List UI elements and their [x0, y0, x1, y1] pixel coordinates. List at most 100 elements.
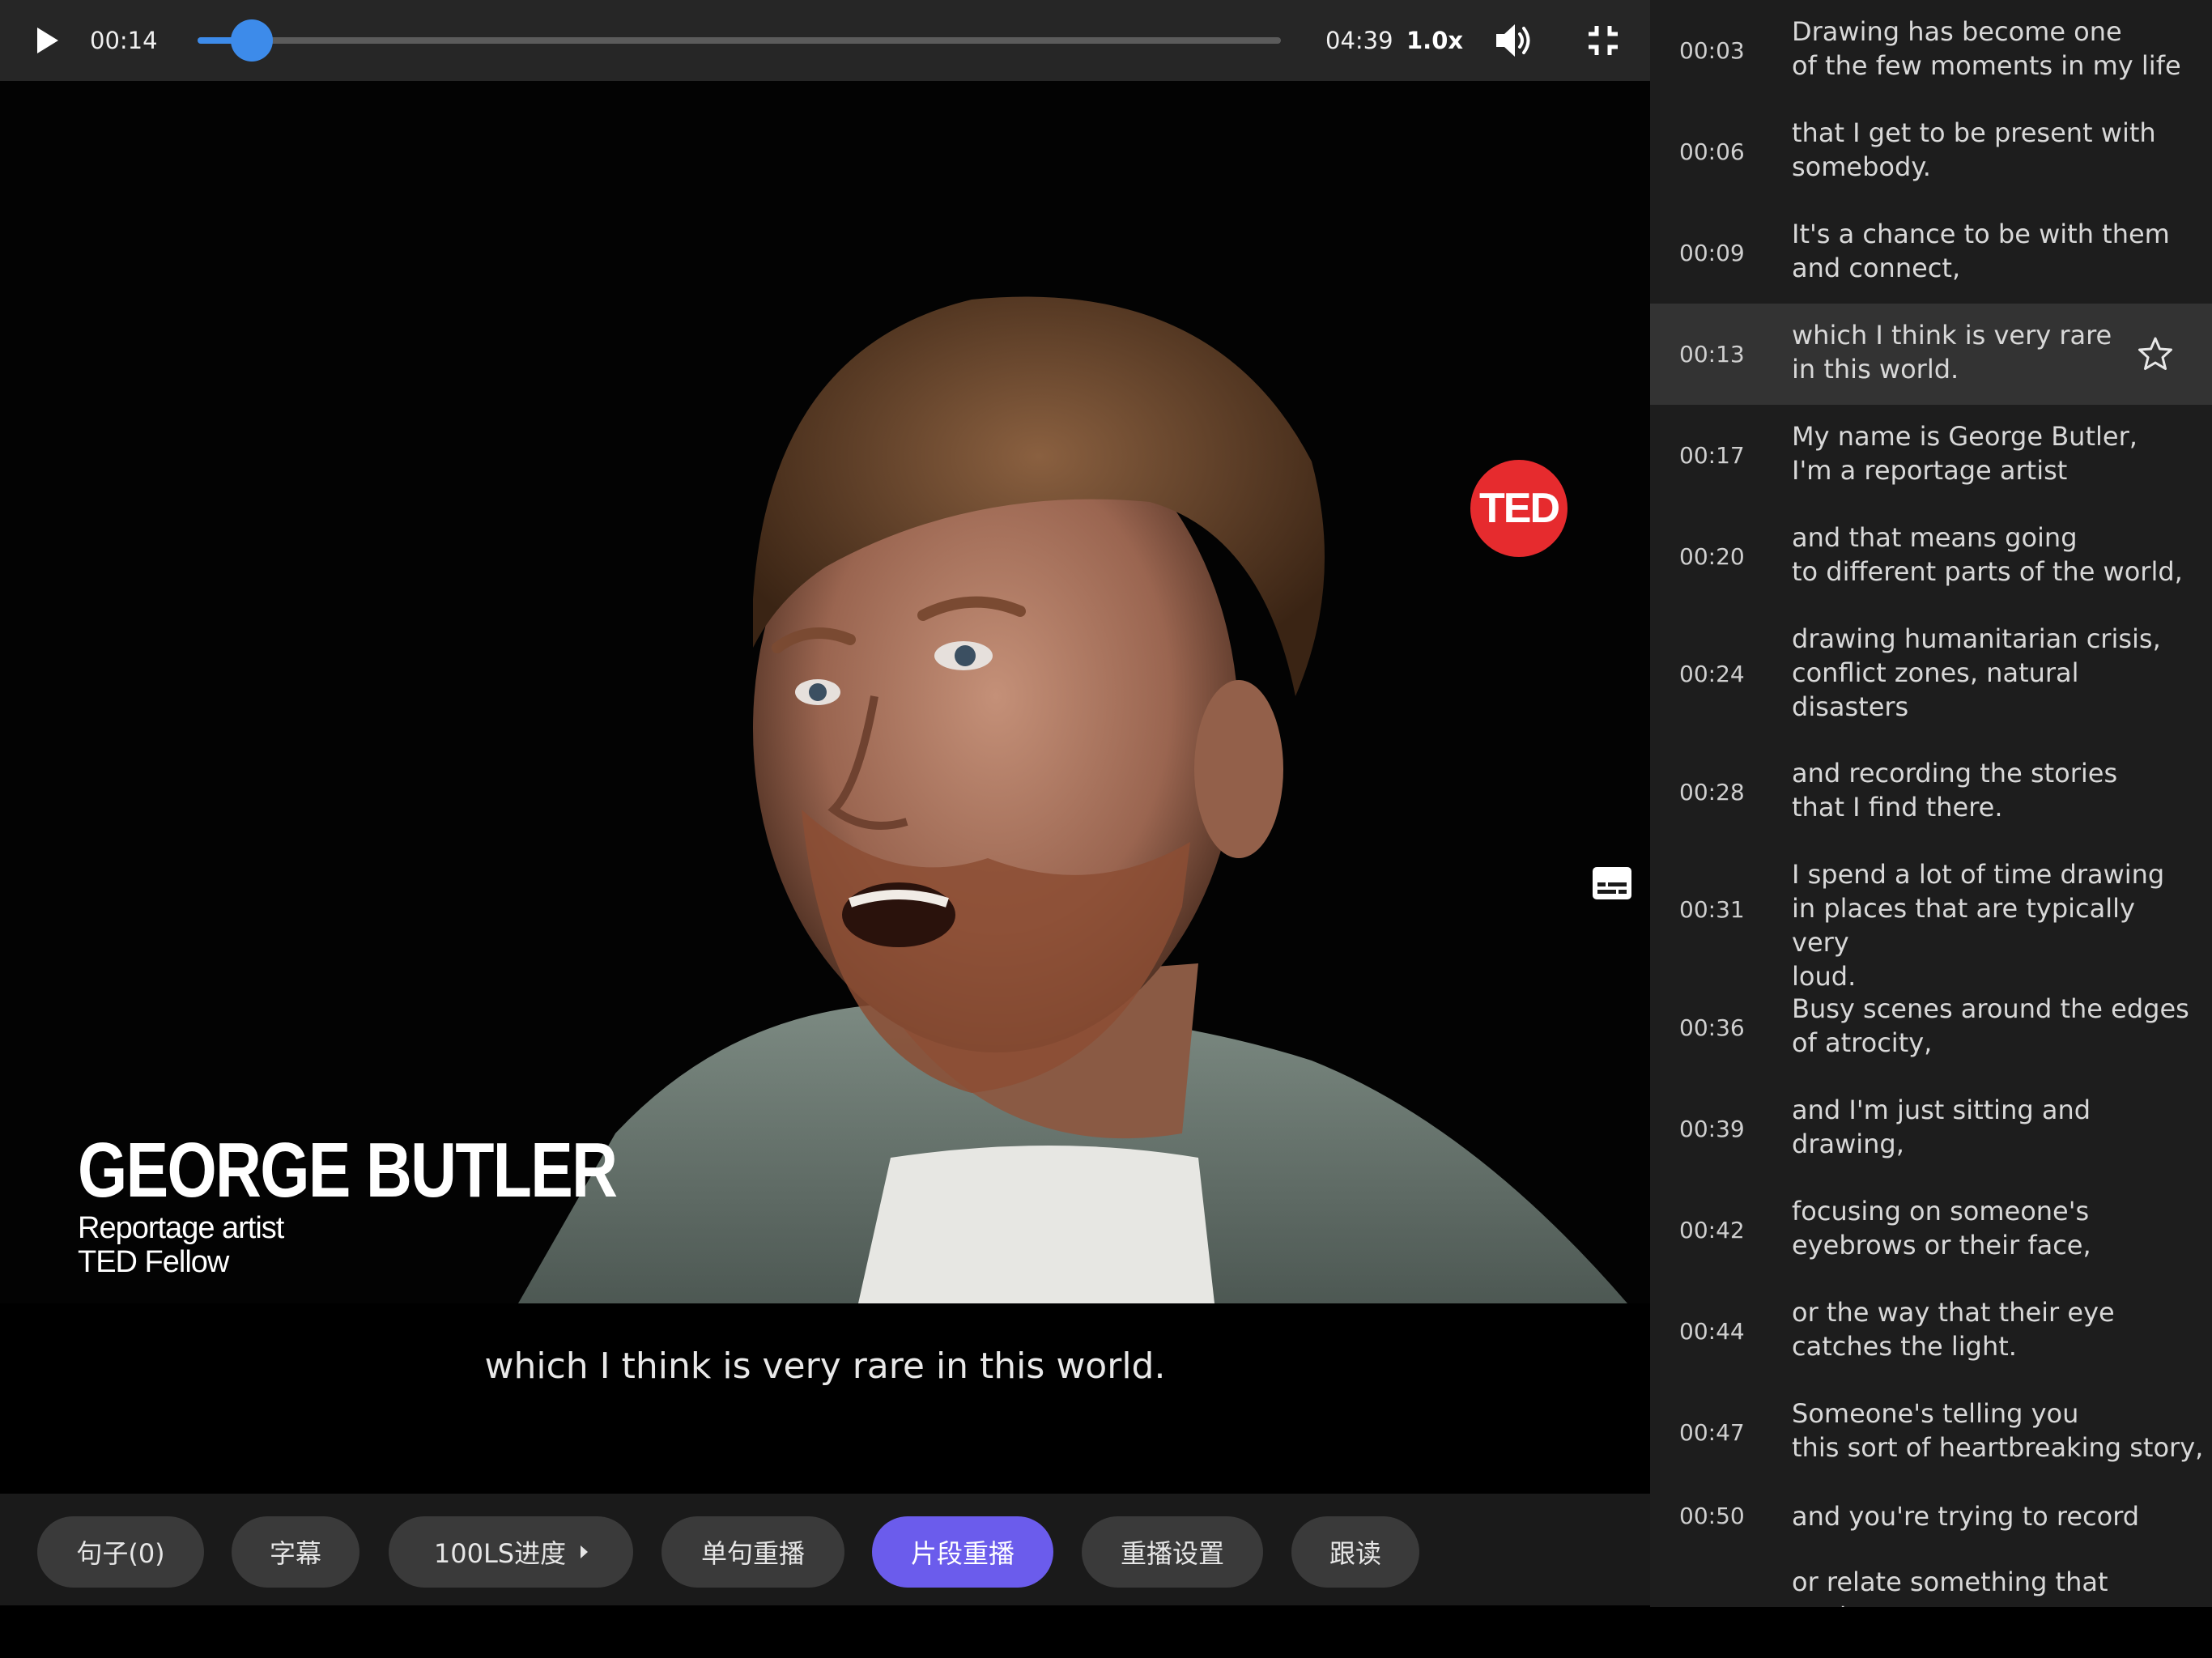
transcript-row[interactable]: 00:20 and that means going to different … — [1650, 506, 2212, 607]
transcript-line: of atrocity, — [1792, 1027, 1933, 1058]
100ls-progress-label: 100LS进度 — [433, 1538, 567, 1569]
subtitle-line: which I think is very rare in this world… — [484, 1346, 1166, 1387]
transcript-line: in this world. — [1792, 354, 1959, 385]
transcript-line: Drawing has become one — [1792, 16, 2122, 47]
transcript-line: somebody. — [1792, 151, 1931, 182]
volume-button[interactable] — [1493, 20, 1535, 61]
transcript-line: catches the light. — [1792, 1331, 2017, 1362]
transcript-row[interactable]: 00:28 and recording the stories that I f… — [1650, 742, 2212, 843]
current-time: 00:14 — [90, 27, 158, 54]
transcript-text: I spend a lot of time drawing in places … — [1792, 857, 2197, 993]
transcript-text: focusing on someone's eyebrows or their … — [1792, 1194, 2197, 1262]
transcript-row[interactable]: 00:39 and I'm just sitting and drawing, — [1650, 1078, 2212, 1180]
transcript-row[interactable]: 00:09 It's a chance to be with them and … — [1650, 202, 2212, 304]
transcript-row[interactable]: 00:31 I spend a lot of time drawing in p… — [1650, 843, 2212, 992]
transcript-row-active[interactable]: 00:13 which I think is very rare in this… — [1650, 304, 2212, 405]
transcript-line: and I'm just sitting and — [1792, 1095, 2091, 1125]
transcript-line: which I think is very rare — [1792, 320, 2112, 351]
transcript-time: 00:06 — [1679, 138, 1745, 165]
transcript-line: drawing, — [1792, 1129, 1904, 1159]
transcript-line: and you're trying to record — [1792, 1501, 2140, 1532]
transcript-text: and I'm just sitting and drawing, — [1792, 1093, 2197, 1161]
transcript-line: of the few moments in my life — [1792, 50, 2181, 81]
star-icon[interactable] — [2136, 334, 2175, 373]
single-sentence-replay-label: 单句重播 — [700, 1538, 805, 1569]
transcript-text: drawing humanitarian crisis, conflict zo… — [1792, 622, 2197, 724]
transcript-time: 00:31 — [1679, 896, 1745, 923]
video-frame[interactable]: TED GEORGE BUTLER Reportage artist TED F… — [0, 81, 1650, 1303]
transcript-text: and you're trying to record — [1792, 1499, 2197, 1533]
speaker-role: Reportage artist — [78, 1211, 284, 1245]
subtitles-icon — [1593, 867, 1631, 899]
transcript-text: or the way that their eye catches the li… — [1792, 1295, 2197, 1363]
transcript-time: 00:17 — [1679, 442, 1745, 469]
shadowing-label: 跟读 — [1329, 1538, 1381, 1569]
segment-replay-label: 片段重播 — [910, 1538, 1015, 1569]
exit-fullscreen-button[interactable] — [1585, 23, 1621, 58]
transcript-line: conflict zones, natural — [1792, 657, 2079, 688]
transcript-text: and that means going to different parts … — [1792, 521, 2197, 589]
seek-bar[interactable] — [198, 19, 1281, 62]
transcript-line: and connect, — [1792, 253, 1961, 283]
transcript-time: 00:47 — [1679, 1419, 1745, 1446]
caret-right-icon — [581, 1545, 589, 1558]
transcript-line: Someone's telling you — [1792, 1398, 2079, 1429]
transcript-panel[interactable]: 00:03 Drawing has become one of the few … — [1650, 0, 2212, 1607]
transcript-row[interactable]: 00:17 My name is George Butler, I'm a re… — [1650, 405, 2212, 506]
replay-settings-button[interactable]: 重播设置 — [1082, 1516, 1263, 1588]
video-player: 00:14 04:39 1.0x TED GEORGE BUTLER Repor… — [0, 0, 1650, 1658]
play-icon — [37, 28, 58, 53]
transcript-row[interactable]: 00:24 drawing humanitarian crisis, confl… — [1650, 607, 2212, 742]
ted-logo: TED — [1470, 460, 1568, 557]
single-sentence-replay-button[interactable]: 单句重播 — [661, 1516, 844, 1588]
transcript-time: 00:03 — [1679, 37, 1745, 64]
segment-replay-button[interactable]: 片段重播 — [872, 1516, 1053, 1588]
transcript-line: focusing on someone's — [1792, 1196, 2090, 1226]
transcript-row[interactable]: 00:50 and you're trying to record — [1650, 1483, 2212, 1550]
sentences-button-label: 句子(0) — [76, 1538, 165, 1569]
transcript-time: 00:50 — [1679, 1503, 1745, 1529]
transcript-row[interactable]: 00:03 Drawing has become one of the few … — [1650, 0, 2212, 101]
transcript-text: My name is George Butler, I'm a reportag… — [1792, 419, 2197, 487]
transcript-row[interactable]: 00:06 that I get to be present with some… — [1650, 101, 2212, 202]
speaker-title: TED Fellow — [78, 1245, 229, 1279]
transcript-time: 00:39 — [1679, 1116, 1745, 1142]
ted-logo-text: TED — [1479, 485, 1560, 532]
transcript-row[interactable]: 00:44 or the way that their eye catches … — [1650, 1281, 2212, 1382]
transcript-text: that I get to be present with somebody. — [1792, 116, 2197, 184]
play-button[interactable] — [31, 24, 63, 57]
transcript-row[interactable]: 00:47 Someone's telling you this sort of… — [1650, 1382, 2212, 1483]
transcript-time: 00:09 — [1679, 240, 1745, 266]
transcript-time: 00:28 — [1679, 779, 1745, 806]
shadowing-button[interactable]: 跟读 — [1291, 1516, 1419, 1588]
transcript-line: that I find there. — [1792, 792, 2003, 823]
transcript-line: My name is George Butler, — [1792, 421, 2138, 452]
transcript-row[interactable]: or relate something that you've — [1650, 1550, 2212, 1607]
transcript-line: Busy scenes around the edges — [1792, 993, 2189, 1024]
seek-bar-thumb[interactable] — [230, 19, 273, 62]
duration-time: 04:39 — [1325, 27, 1393, 54]
transcript-text: It's a chance to be with them and connec… — [1792, 217, 2197, 285]
transcript-text: or relate something that you've — [1792, 1565, 2197, 1607]
transcript-row[interactable]: 00:42 focusing on someone's eyebrows or … — [1650, 1180, 2212, 1281]
subtitles-button[interactable]: 字幕 — [232, 1516, 359, 1588]
transcript-row[interactable]: 00:36 Busy scenes around the edges of at… — [1650, 977, 2212, 1078]
speaker-video-image — [518, 296, 1627, 1303]
playback-speed-button[interactable]: 1.0x — [1406, 24, 1463, 57]
transcript-line: I spend a lot of time drawing — [1792, 859, 2165, 890]
transcript-text: Busy scenes around the edges of atrocity… — [1792, 992, 2197, 1060]
transcript-line: and recording the stories — [1792, 758, 2118, 789]
transcript-line: to different parts of the world, — [1792, 556, 2183, 587]
100ls-progress-button[interactable]: 100LS进度 — [389, 1516, 633, 1588]
transcript-time: 00:36 — [1679, 1014, 1745, 1041]
bottom-toolbar: 句子(0) 字幕 100LS进度 单句重播 片段重播 重播设置 跟读 — [0, 1494, 1650, 1605]
subtitles-toggle-button[interactable] — [1592, 866, 1632, 900]
sentences-button[interactable]: 句子(0) — [37, 1516, 204, 1588]
transcript-line: disasters — [1792, 691, 1909, 722]
transcript-line: or relate something that you've — [1792, 1567, 2108, 1607]
transcript-line: or the way that their eye — [1792, 1297, 2115, 1328]
transcript-text: Drawing has become one of the few moment… — [1792, 15, 2197, 83]
transcript-line: It's a chance to be with them — [1792, 219, 2170, 249]
transcript-time: 00:44 — [1679, 1318, 1745, 1345]
transcript-line: this sort of heartbreaking story, — [1792, 1432, 2204, 1463]
